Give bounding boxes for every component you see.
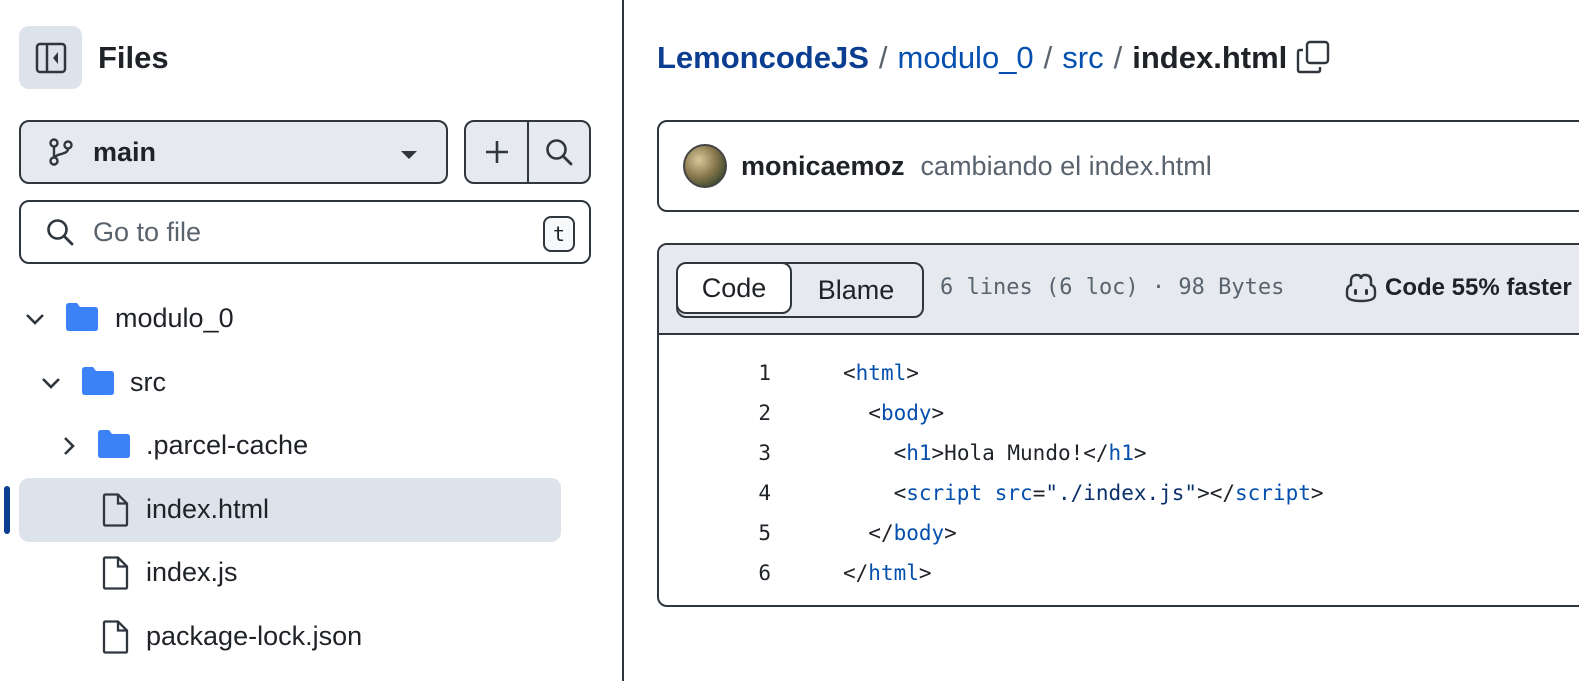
tree-item-label: .parcel-cache	[146, 430, 309, 460]
tree-item-label: index.html	[146, 494, 270, 524]
git-branch-icon	[47, 137, 77, 167]
copy-path-button[interactable]	[1296, 40, 1330, 74]
breadcrumb-dir-link[interactable]: modulo_0	[898, 36, 1034, 80]
code-text: <html>	[843, 361, 919, 385]
go-to-file-input[interactable]: Go to file t	[19, 200, 591, 264]
line-number[interactable]: 3	[719, 433, 771, 473]
tree-item-label: index.js	[146, 557, 238, 587]
chevron-right-icon	[57, 434, 81, 458]
file-header: Code Blame 6 lines (6 loc) · 98 Bytes Co…	[659, 245, 1579, 335]
sidebar-title: Files	[98, 40, 169, 75]
line-number[interactable]: 6	[719, 553, 771, 593]
chevron-down-icon	[23, 307, 47, 331]
copilot-promo-button[interactable]: Code 55% faster	[1345, 273, 1572, 303]
plus-icon	[485, 141, 508, 163]
breadcrumb-repo-link[interactable]: LemoncodeJS	[657, 36, 869, 80]
folder-icon	[65, 302, 99, 332]
avatar[interactable]	[683, 144, 727, 188]
search-code-button[interactable]	[527, 122, 589, 182]
code-text: <script src="./index.js"></script>	[893, 481, 1324, 505]
code-line: 2 <body>	[659, 393, 1579, 433]
tree-item-src[interactable]: src	[19, 351, 561, 415]
latest-commit-bar: monicaemoz cambiando el index.html	[657, 120, 1579, 212]
breadcrumb-separator: /	[1043, 40, 1053, 75]
code-line: 4 <script src="./index.js"></script>	[659, 473, 1579, 513]
breadcrumb: LemoncodeJS / modulo_0 / src / index.htm…	[657, 36, 1287, 80]
breadcrumb-separator: /	[1113, 40, 1123, 75]
tree-item-label: src	[130, 367, 166, 397]
code-line: 3 <h1>Hola Mundo!</h1>	[659, 433, 1579, 473]
go-to-file-placeholder: Go to file	[93, 216, 202, 247]
folder-icon	[97, 429, 131, 459]
code-text: </body>	[868, 521, 957, 545]
code-line: 5 </body>	[659, 513, 1579, 553]
search-icon	[45, 216, 77, 248]
code-text: <h1>Hola Mundo!</h1>	[893, 441, 1147, 465]
commit-message-link[interactable]: cambiando el index.html	[921, 151, 1212, 182]
chevron-down-icon	[39, 371, 63, 395]
line-number[interactable]: 5	[719, 513, 771, 553]
copilot-icon	[1345, 273, 1377, 303]
view-mode-toggle: Code Blame	[676, 262, 924, 318]
tree-item-label: package-lock.json	[146, 621, 363, 651]
chevron-down-icon	[400, 148, 418, 166]
file-view: LemoncodeJS / modulo_0 / src / index.htm…	[626, 0, 1579, 681]
collapse-sidebar-button[interactable]	[19, 26, 82, 89]
copilot-promo-label: Code 55% faster	[1385, 274, 1572, 301]
tab-blame[interactable]: Blame	[790, 264, 922, 316]
code-line: 1 <html>	[659, 353, 1579, 393]
file-icon	[101, 556, 129, 590]
tree-item-index-js[interactable]: index.js	[19, 541, 561, 605]
tree-item-label: modulo_0	[115, 303, 234, 333]
tree-item-index-html[interactable]: index.html	[19, 478, 561, 542]
sidebar-collapse-icon	[35, 42, 66, 73]
file-stats: 6 lines (6 loc) · 98 Bytes	[940, 275, 1285, 300]
code-text: <body>	[868, 401, 945, 425]
tree-actions	[464, 120, 591, 184]
commit-author-link[interactable]: monicaemoz	[741, 151, 905, 182]
tree-item-parcel-cache[interactable]: .parcel-cache	[19, 414, 561, 478]
branch-selector-button[interactable]: main	[19, 120, 448, 184]
breadcrumb-current-file: index.html	[1132, 40, 1288, 75]
active-item-marker	[4, 486, 10, 534]
search-icon	[546, 139, 573, 166]
file-icon	[101, 620, 129, 654]
add-file-button[interactable]	[466, 122, 527, 182]
line-number[interactable]: 4	[719, 473, 771, 513]
code-text: </html>	[843, 561, 932, 585]
code-line: 6 </html>	[659, 553, 1579, 593]
breadcrumb-dir-link[interactable]: src	[1062, 36, 1103, 80]
line-number[interactable]: 1	[719, 353, 771, 393]
file-content-box: Code Blame 6 lines (6 loc) · 98 Bytes Co…	[657, 243, 1579, 607]
tree-item-modulo-0[interactable]: modulo_0	[19, 287, 561, 351]
folder-icon	[81, 366, 115, 396]
keyboard-shortcut-hint: t	[543, 216, 575, 252]
file-icon	[101, 493, 129, 527]
branch-name: main	[93, 136, 157, 167]
file-tree-sidebar: Files main Go to file t modulo_0 src .pa…	[0, 0, 624, 681]
tab-code[interactable]: Code	[678, 264, 792, 314]
copy-icon	[1296, 40, 1330, 74]
breadcrumb-separator: /	[878, 40, 888, 75]
line-number[interactable]: 2	[719, 393, 771, 433]
tree-item-package-lock[interactable]: package-lock.json	[19, 605, 561, 669]
